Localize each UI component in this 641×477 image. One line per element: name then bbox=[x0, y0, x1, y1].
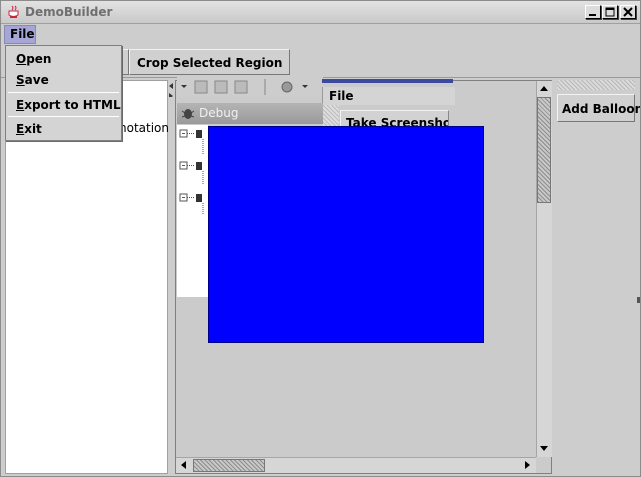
menu-bar: File bbox=[1, 24, 640, 45]
embedded-title-strip bbox=[322, 79, 453, 83]
selection-region-overlay[interactable] bbox=[208, 126, 484, 343]
scroll-left-icon[interactable] bbox=[176, 457, 192, 473]
window-title: DemoBuilder bbox=[25, 5, 113, 19]
right-edge-marker bbox=[637, 297, 640, 303]
menu-item-save[interactable]: Save bbox=[16, 73, 49, 87]
java-cup-icon bbox=[7, 5, 21, 20]
right-toolbar-grip[interactable] bbox=[557, 80, 635, 90]
title-bar: DemoBuilder bbox=[1, 1, 640, 24]
debug-bug-icon bbox=[181, 106, 195, 120]
menu-item-exit[interactable]: Exit bbox=[16, 122, 42, 136]
menu-item-open[interactable]: Open bbox=[16, 52, 51, 66]
debug-label: Debug bbox=[199, 106, 239, 120]
scroll-down-icon[interactable] bbox=[536, 441, 552, 457]
embedded-toolbar-grip bbox=[323, 105, 339, 127]
maximize-button[interactable] bbox=[602, 5, 618, 19]
menu-separator bbox=[8, 116, 119, 117]
file-dropdown-menu: Open Save Export to HTML Exit bbox=[5, 45, 122, 141]
scroll-right-icon[interactable] bbox=[520, 457, 536, 473]
embedded-file-menu: File bbox=[329, 89, 354, 103]
embedded-menu-bar: File bbox=[322, 87, 455, 105]
minimize-button[interactable] bbox=[585, 5, 601, 19]
embedded-toolbar bbox=[177, 77, 323, 97]
horizontal-scroll-thumb[interactable] bbox=[193, 459, 265, 472]
scroll-up-icon[interactable] bbox=[536, 81, 552, 97]
add-balloon-button[interactable]: Add Balloon bbox=[557, 94, 640, 122]
add-balloon-label: Add Balloon bbox=[562, 102, 641, 116]
close-button[interactable] bbox=[620, 5, 636, 19]
embedded-tree bbox=[177, 125, 208, 297]
vertical-scroll-thumb[interactable] bbox=[537, 97, 551, 203]
left-panel-text: notation bbox=[119, 121, 169, 135]
menu-file[interactable]: File bbox=[4, 25, 36, 44]
menu-separator bbox=[8, 92, 119, 93]
crop-selected-region-button[interactable]: Crop Selected Region bbox=[129, 49, 291, 75]
menu-file-label: File bbox=[10, 27, 35, 41]
splitter-arrow-icon[interactable] bbox=[167, 81, 175, 99]
menu-item-export-html[interactable]: Export to HTML bbox=[16, 98, 121, 112]
crop-button-label: Crop Selected Region bbox=[137, 56, 283, 70]
embedded-debug-header: Debug bbox=[177, 103, 323, 124]
app-window: DemoBuilder File Crop Selected Region no… bbox=[0, 0, 641, 477]
